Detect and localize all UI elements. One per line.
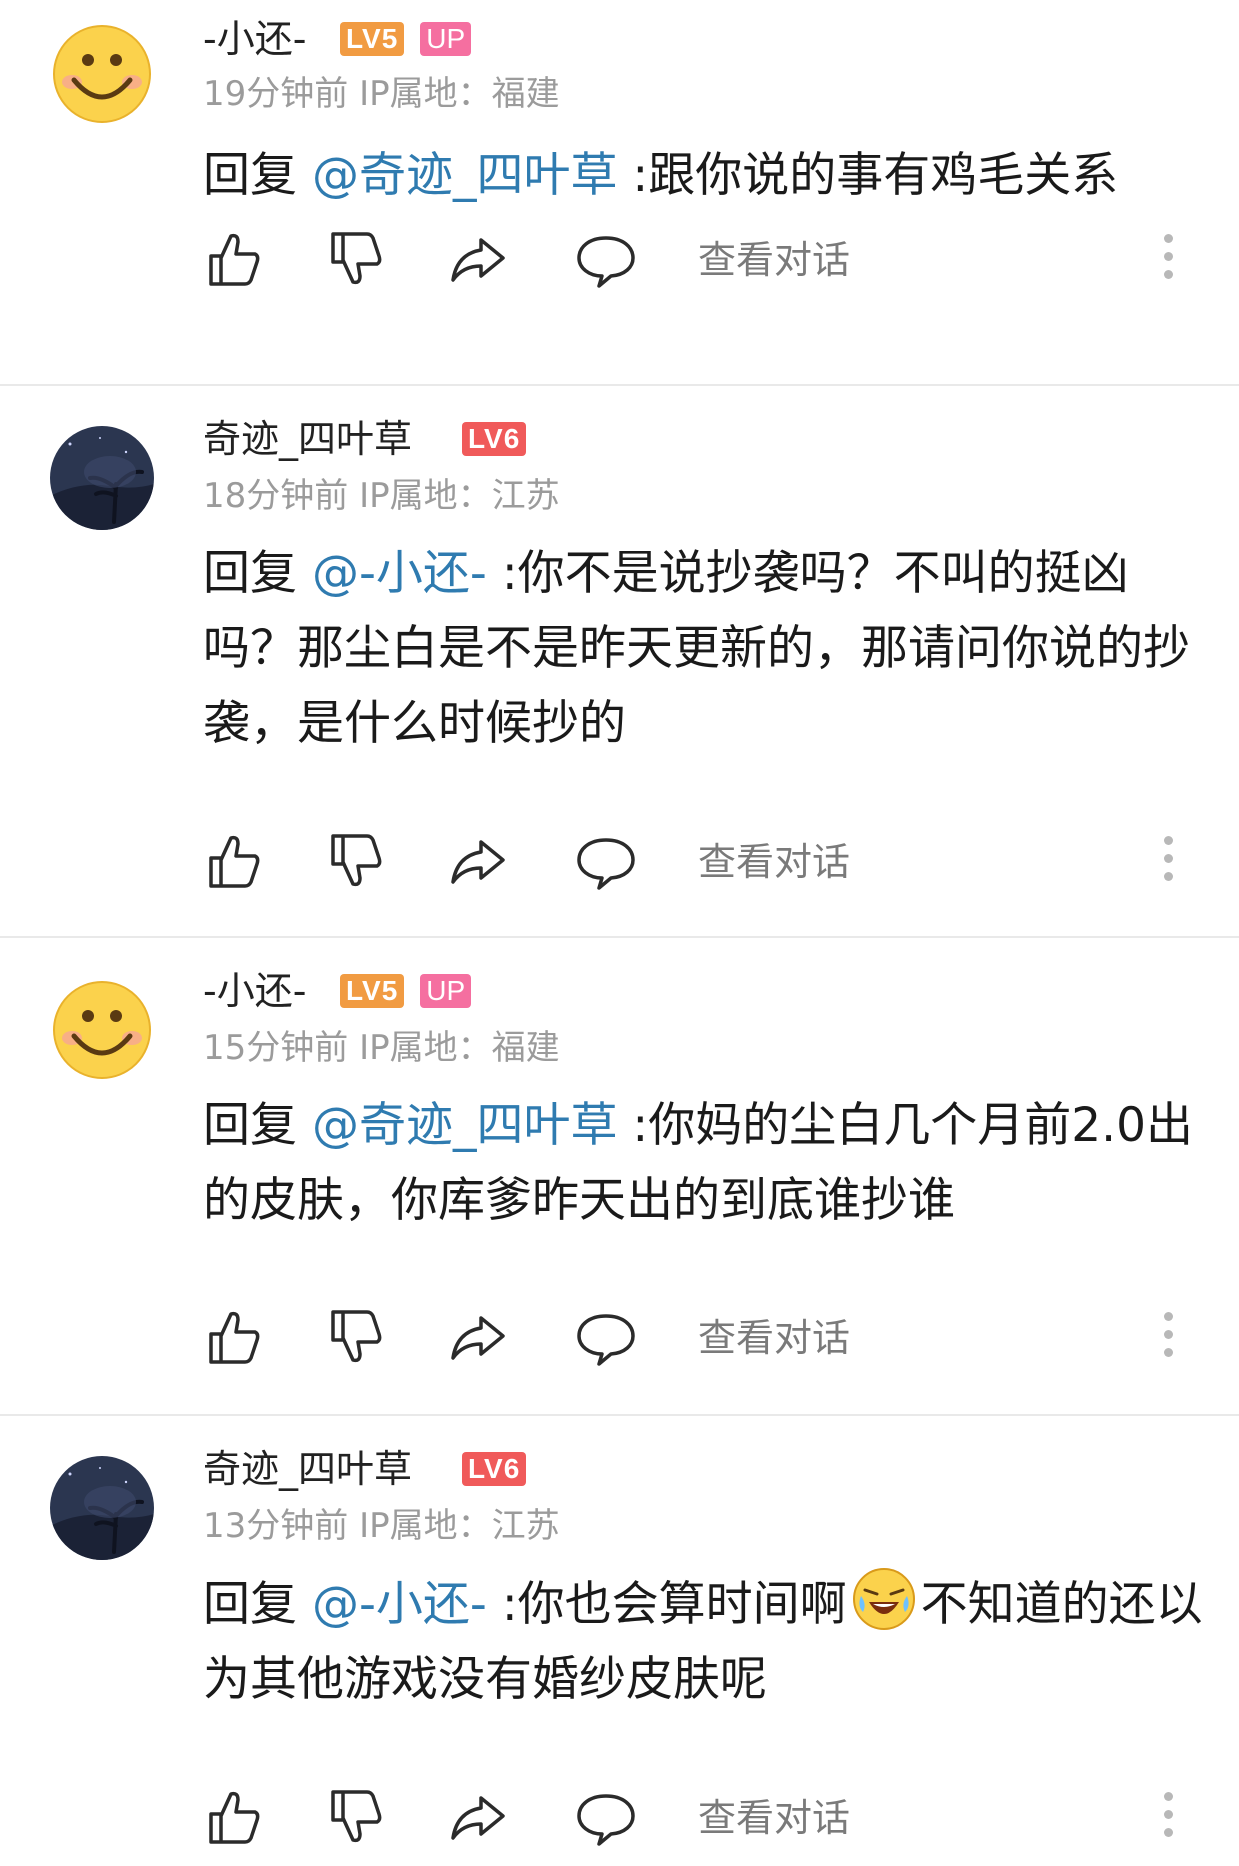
view-conversation-link[interactable]: 查看对话 <box>698 838 850 886</box>
like-button[interactable] <box>203 830 265 892</box>
like-icon <box>203 830 265 892</box>
dislike-button[interactable] <box>325 1306 387 1368</box>
share-icon <box>447 228 509 290</box>
reply-button[interactable] <box>575 1786 637 1848</box>
like-button[interactable] <box>203 1306 265 1368</box>
username[interactable]: 奇迹_四叶草 <box>203 1444 412 1494</box>
more-icon[interactable] <box>1158 836 1178 890</box>
username[interactable]: -小还- <box>203 966 306 1016</box>
comment-text: :你也会算时间啊 <box>486 1577 847 1632</box>
comment-item: 奇迹_四叶草 LV6 18分钟前 IP属地：江苏 回复 @-小还- :你不是说抄… <box>0 386 1239 936</box>
ip-location: IP属地：江苏 <box>359 476 560 516</box>
like-icon <box>203 1306 265 1368</box>
comment-meta: 15分钟前 IP属地：福建 <box>203 1026 560 1070</box>
view-conversation-link[interactable]: 查看对话 <box>698 236 850 284</box>
user-badges: LV6 <box>462 414 527 464</box>
more-icon[interactable] <box>1158 1312 1178 1366</box>
share-button[interactable] <box>447 1786 509 1848</box>
user-badges: LV6 <box>462 1444 527 1494</box>
avatar[interactable] <box>50 1456 154 1560</box>
reply-icon <box>575 830 637 892</box>
reply-prefix: 回复 <box>203 546 297 601</box>
ip-location: IP属地：福建 <box>359 1028 560 1068</box>
view-conversation-link[interactable]: 查看对话 <box>698 1794 850 1842</box>
reply-icon <box>575 1786 637 1848</box>
comment-item: -小还- LV5 UP 19分钟前 IP属地：福建 回复 @奇迹_四叶草 :跟你… <box>0 0 1239 322</box>
dislike-icon <box>325 830 387 892</box>
like-icon <box>203 1786 265 1848</box>
dislike-icon <box>325 1786 387 1848</box>
action-bar: 查看对话 <box>203 1306 1193 1376</box>
reply-button[interactable] <box>575 1306 637 1368</box>
smiley-avatar-icon <box>50 978 154 1082</box>
share-icon <box>447 830 509 892</box>
level-badge: LV6 <box>462 422 527 456</box>
laughing-crying-emoji-icon <box>851 1566 917 1632</box>
like-button[interactable] <box>203 1786 265 1848</box>
reply-icon <box>575 1306 637 1368</box>
like-button[interactable] <box>203 228 265 290</box>
mention-link[interactable]: @奇迹_四叶草 <box>312 148 618 203</box>
more-icon[interactable] <box>1158 1792 1178 1846</box>
share-button[interactable] <box>447 830 509 892</box>
up-badge: UP <box>420 22 472 56</box>
reply-button[interactable] <box>575 228 637 290</box>
reply-prefix: 回复 <box>203 1577 297 1632</box>
comment-time: 13分钟前 <box>203 1506 349 1546</box>
comment-body: 回复 @奇迹_四叶草 :跟你说的事有鸡毛关系 <box>203 138 1203 213</box>
avatar[interactable] <box>50 22 154 126</box>
like-icon <box>203 228 265 290</box>
reply-icon <box>575 228 637 290</box>
comment-item: 奇迹_四叶草 LV6 13分钟前 IP属地：江苏 回复 @-小还- :你也会算时… <box>0 1416 1239 1866</box>
comment-body: 回复 @-小还- :你不是说抄袭吗？不叫的挺凶吗？那尘白是不是昨天更新的，那请问… <box>203 536 1203 761</box>
reply-prefix: 回复 <box>203 1098 297 1153</box>
share-icon <box>447 1306 509 1368</box>
dislike-button[interactable] <box>325 228 387 290</box>
user-badges: LV5 UP <box>340 966 472 1016</box>
comment-meta: 13分钟前 IP属地：江苏 <box>203 1504 560 1548</box>
comment-item: -小还- LV5 UP 15分钟前 IP属地：福建 回复 @奇迹_四叶草 :你妈… <box>0 938 1239 1414</box>
avatar[interactable] <box>50 978 154 1082</box>
comment-thread: -小还- LV5 UP 19分钟前 IP属地：福建 回复 @奇迹_四叶草 :跟你… <box>0 0 1239 1866</box>
dislike-icon <box>325 1306 387 1368</box>
comment-meta: 19分钟前 IP属地：福建 <box>203 72 560 116</box>
reply-prefix: 回复 <box>203 148 297 203</box>
comment-meta: 18分钟前 IP属地：江苏 <box>203 474 560 518</box>
view-conversation-link[interactable]: 查看对话 <box>698 1314 850 1362</box>
action-bar: 查看对话 <box>203 830 1193 900</box>
share-icon <box>447 1786 509 1848</box>
dislike-button[interactable] <box>325 1786 387 1848</box>
share-button[interactable] <box>447 228 509 290</box>
level-badge: LV5 <box>340 974 405 1008</box>
mention-link[interactable]: @奇迹_四叶草 <box>312 1098 618 1153</box>
comment-time: 15分钟前 <box>203 1028 349 1068</box>
mention-link[interactable]: @-小还- <box>312 1577 487 1632</box>
username[interactable]: -小还- <box>203 14 306 64</box>
ip-location: IP属地：江苏 <box>359 1506 560 1546</box>
comment-text: :跟你说的事有鸡毛关系 <box>617 148 1119 203</box>
user-badges: LV5 UP <box>340 14 472 64</box>
more-icon[interactable] <box>1158 234 1178 288</box>
action-bar: 查看对话 <box>203 228 1193 298</box>
dislike-icon <box>325 228 387 290</box>
comment-body: 回复 @-小还- :你也会算时间啊 不知道的还以为其他游戏没有婚纱皮肤呢 <box>203 1566 1203 1717</box>
level-badge: LV6 <box>462 1452 527 1486</box>
ip-location: IP属地：福建 <box>359 74 560 114</box>
mention-link[interactable]: @-小还- <box>312 546 487 601</box>
up-badge: UP <box>420 974 472 1008</box>
avatar[interactable] <box>50 426 154 530</box>
level-badge: LV5 <box>340 22 405 56</box>
night-scene-avatar-icon <box>50 426 154 530</box>
dislike-button[interactable] <box>325 830 387 892</box>
reply-button[interactable] <box>575 830 637 892</box>
share-button[interactable] <box>447 1306 509 1368</box>
night-scene-avatar-icon <box>50 1456 154 1560</box>
comment-time: 18分钟前 <box>203 476 349 516</box>
smiley-avatar-icon <box>50 22 154 126</box>
comment-time: 19分钟前 <box>203 74 349 114</box>
action-bar: 查看对话 <box>203 1786 1193 1856</box>
comment-body: 回复 @奇迹_四叶草 :你妈的尘白几个月前2.0出的皮肤，你库爹昨天出的到底谁抄… <box>203 1088 1203 1238</box>
username[interactable]: 奇迹_四叶草 <box>203 414 412 464</box>
